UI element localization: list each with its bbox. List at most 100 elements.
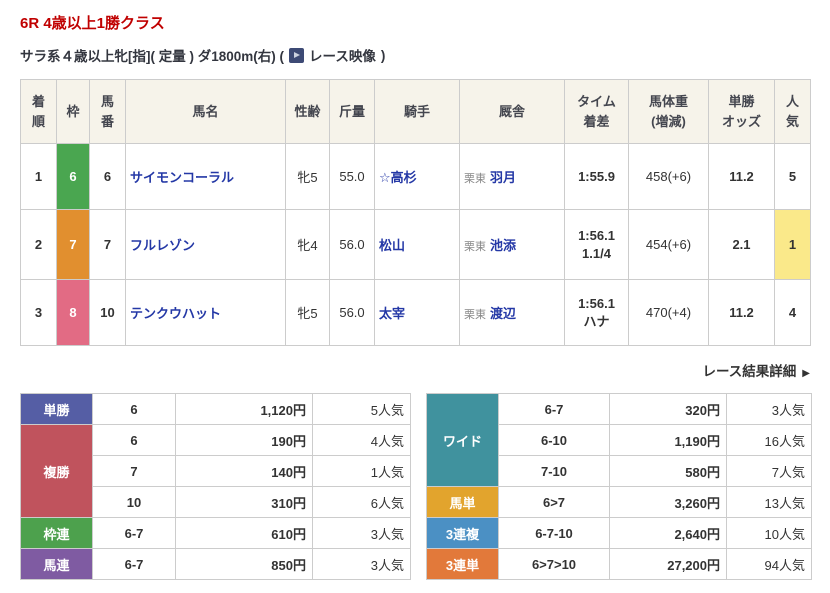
play-video-icon (289, 48, 304, 63)
col-horse: 馬名 (126, 80, 286, 144)
payout-popularity: 1人気 (313, 456, 411, 487)
payout-amount: 310円 (176, 487, 313, 518)
bet-numbers: 6 (93, 425, 176, 456)
race-results-table: 着 順 枠 馬 番 馬名 性齢 斤量 騎手 厩舎 タイム 着差 馬体重 (増減)… (20, 79, 811, 346)
horse-number: 6 (90, 144, 126, 210)
jockey-link[interactable]: 太宰 (379, 306, 405, 321)
payout-amount: 140円 (176, 456, 313, 487)
bet-numbers: 10 (93, 487, 176, 518)
race-video-link[interactable]: レース映像 (309, 45, 376, 65)
payout-amount: 3,260円 (610, 487, 727, 518)
payout-row-sanrentan: 3連単 6>7>10 27,200円 94人気 (427, 549, 812, 580)
bet-numbers: 6-7 (93, 518, 176, 549)
sex-age: 牝5 (286, 144, 330, 210)
payout-popularity: 5人気 (313, 394, 411, 425)
payout-row-wakuren: 枠連 6-7 610円 3人気 (21, 518, 411, 549)
bet-numbers: 7 (93, 456, 176, 487)
detail-link-row: レース結果詳細▶ (20, 360, 810, 381)
payout-popularity: 10人気 (727, 518, 812, 549)
bet-type-label: 馬連 (21, 549, 93, 580)
race-title: 6R 4歳以上1勝クラス (20, 12, 810, 33)
jockey-link[interactable]: ☆高杉 (379, 170, 417, 185)
trainer-link[interactable]: 池添 (490, 238, 516, 253)
race-result-detail-link[interactable]: レース結果詳細▶ (702, 364, 810, 379)
col-odds: 単勝 オッズ (709, 80, 775, 144)
col-sex-age: 性齢 (286, 80, 330, 144)
carried-weight: 55.0 (330, 144, 375, 210)
col-rank: 着 順 (21, 80, 57, 144)
payout-popularity: 3人気 (727, 394, 812, 425)
payout-row-fukusho: 複勝 6 190円 4人気 (21, 425, 411, 456)
payout-popularity: 13人気 (727, 487, 812, 518)
stable-region: 栗東 (464, 241, 486, 253)
payout-amount: 190円 (176, 425, 313, 456)
rank-value: 1 (21, 144, 57, 210)
payout-row-wide: ワイド 6-7 320円 3人気 (427, 394, 812, 425)
win-odds: 2.1 (709, 210, 775, 280)
horse-number: 10 (90, 280, 126, 346)
horse-name-link[interactable]: フルレゾン (130, 238, 195, 253)
col-jockey: 騎手 (375, 80, 460, 144)
race-conditions-close-paren: ) (381, 48, 386, 63)
bet-numbers: 6-10 (499, 425, 610, 456)
frame-badge: 8 (57, 280, 90, 346)
carried-weight: 56.0 (330, 210, 375, 280)
horse-name-link[interactable]: テンクウハット (130, 306, 221, 321)
trainer-link[interactable]: 渡辺 (490, 306, 516, 321)
race-conditions: サラ系４歳以上牝[指]( 定量 ) ダ1800m(右) ( レース映像 ) (20, 45, 810, 65)
payout-popularity: 6人気 (313, 487, 411, 518)
time-margin: 1:55.9 (565, 144, 629, 210)
body-weight: 458(+6) (629, 144, 709, 210)
win-odds: 11.2 (709, 144, 775, 210)
col-body-weight: 馬体重 (増減) (629, 80, 709, 144)
jockey-link[interactable]: 松山 (379, 238, 405, 253)
rank-value: 2 (21, 210, 57, 280)
bet-numbers: 7-10 (499, 456, 610, 487)
bet-type-label: 複勝 (21, 425, 93, 518)
payout-amount: 2,640円 (610, 518, 727, 549)
bet-numbers: 6 (93, 394, 176, 425)
payout-popularity: 94人気 (727, 549, 812, 580)
rank-value: 3 (21, 280, 57, 346)
body-weight: 454(+6) (629, 210, 709, 280)
frame-badge: 6 (57, 144, 90, 210)
payout-amount: 1,120円 (176, 394, 313, 425)
bet-numbers: 6>7 (499, 487, 610, 518)
bet-type-label: 3連複 (427, 518, 499, 549)
stable-region: 栗東 (464, 173, 486, 185)
bet-type-label: 単勝 (21, 394, 93, 425)
payout-popularity: 7人気 (727, 456, 812, 487)
bet-numbers: 6-7 (93, 549, 176, 580)
time-margin: 1:56.1 ハナ (565, 280, 629, 346)
popularity-value: 4 (775, 280, 811, 346)
payout-section: 単勝 6 1,120円 5人気 複勝 6 190円 4人気 7 140円 1人気… (20, 393, 810, 580)
right-arrow-icon: ▶ (802, 368, 810, 379)
horse-number: 7 (90, 210, 126, 280)
payout-popularity: 3人気 (313, 518, 411, 549)
bet-numbers: 6-7-10 (499, 518, 610, 549)
col-frame: 枠 (57, 80, 90, 144)
frame-badge: 7 (57, 210, 90, 280)
race-conditions-text: サラ系４歳以上牝[指]( 定量 ) ダ1800m(右) ( (20, 45, 284, 65)
horse-name-link[interactable]: サイモンコーラル (130, 170, 234, 185)
col-time: タイム 着差 (565, 80, 629, 144)
col-weight: 斤量 (330, 80, 375, 144)
payout-row-sanrenpuku: 3連複 6-7-10 2,640円 10人気 (427, 518, 812, 549)
trainer-link[interactable]: 羽月 (490, 170, 516, 185)
payout-amount: 610円 (176, 518, 313, 549)
payout-popularity: 4人気 (313, 425, 411, 456)
bet-numbers: 6-7 (499, 394, 610, 425)
payout-amount: 320円 (610, 394, 727, 425)
time-margin: 1:56.1 1.1/4 (565, 210, 629, 280)
payout-row-umatan: 馬単 6>7 3,260円 13人気 (427, 487, 812, 518)
payout-amount: 850円 (176, 549, 313, 580)
bet-type-label: 3連単 (427, 549, 499, 580)
col-number: 馬 番 (90, 80, 126, 144)
payout-row-umaren: 馬連 6-7 850円 3人気 (21, 549, 411, 580)
payout-amount: 580円 (610, 456, 727, 487)
body-weight: 470(+4) (629, 280, 709, 346)
sex-age: 牝4 (286, 210, 330, 280)
bet-type-label: ワイド (427, 394, 499, 487)
carried-weight: 56.0 (330, 280, 375, 346)
table-row: 2 7 7 フルレゾン 牝4 56.0 松山 栗東池添 1:56.1 1.1/4… (21, 210, 811, 280)
